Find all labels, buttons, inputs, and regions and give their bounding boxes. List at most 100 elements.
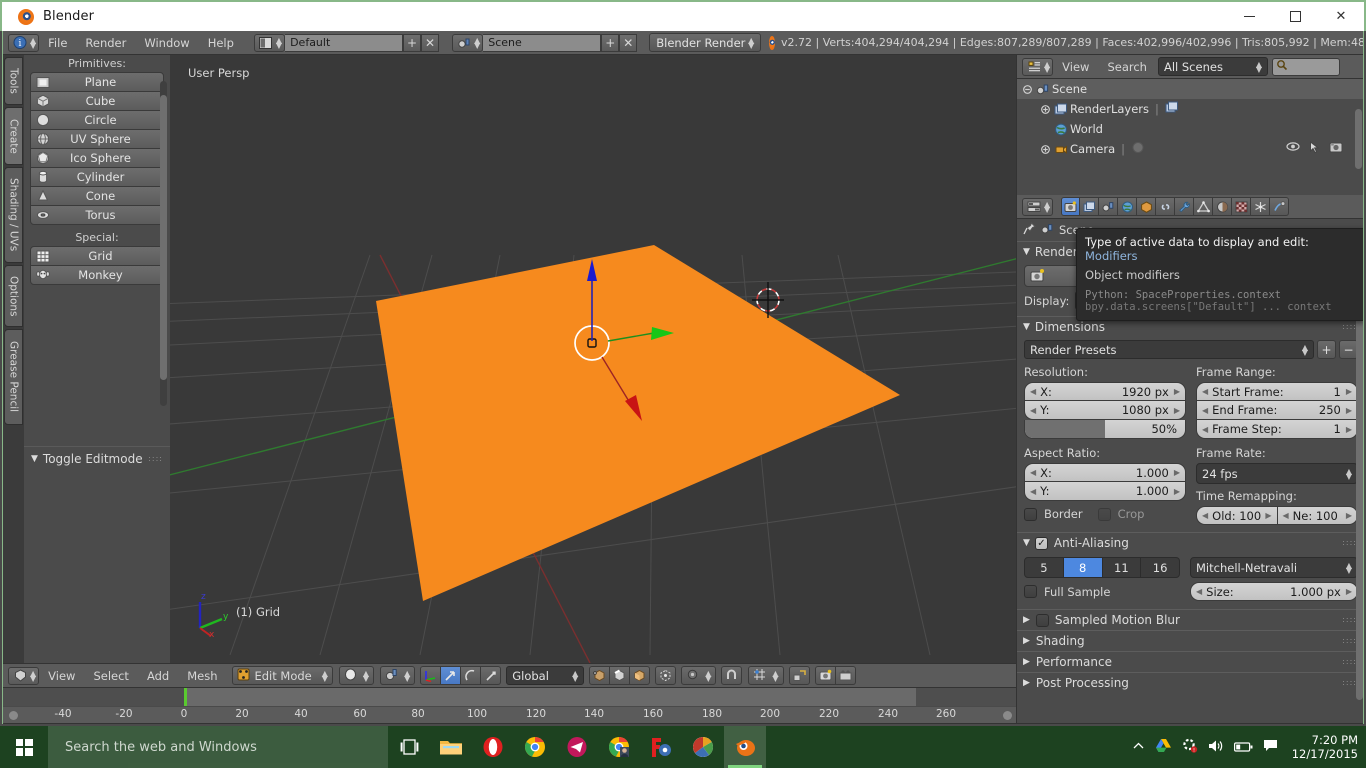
- search-input[interactable]: Search the web and Windows: [48, 726, 388, 768]
- menu-help[interactable]: Help: [199, 31, 243, 55]
- expand-icon[interactable]: [1039, 105, 1052, 114]
- add-plane-button[interactable]: Plane: [30, 72, 164, 92]
- render-presets-selector[interactable]: Render Presets ▲▼: [1024, 340, 1314, 359]
- rotate-manipulator-icon[interactable]: [461, 666, 481, 685]
- shading-panel-header[interactable]: ▶ Shading ::::: [1017, 630, 1364, 651]
- frame-step-field[interactable]: ◀ Frame Step: 1 ▶: [1196, 420, 1358, 439]
- motion-blur-checkbox[interactable]: [1036, 614, 1049, 627]
- transform-orientation-selector[interactable]: Global ▲▼: [506, 666, 584, 685]
- add-grid-button[interactable]: Grid: [30, 246, 164, 266]
- sidebar-item-grease-pencil[interactable]: Grease Pencil: [4, 329, 23, 425]
- add-torus-button[interactable]: Torus: [30, 205, 164, 225]
- file-explorer-icon[interactable]: [430, 726, 472, 768]
- screen-layout-remove-button[interactable]: ✕: [421, 34, 439, 52]
- tab-modifiers[interactable]: [1175, 197, 1194, 216]
- snap-magnet-icon[interactable]: [721, 666, 742, 685]
- tab-texture[interactable]: [1232, 197, 1251, 216]
- tab-constraints[interactable]: [1156, 197, 1175, 216]
- timeline-playhead[interactable]: [184, 688, 187, 706]
- resolution-percentage-slider[interactable]: 50%: [1024, 420, 1186, 439]
- outliner-display-mode[interactable]: All Scenes ▲▼: [1158, 57, 1268, 76]
- menu-mesh[interactable]: Mesh: [178, 664, 226, 688]
- scale-manipulator-icon[interactable]: [481, 666, 501, 685]
- end-frame-field[interactable]: ◀ End Frame: 250 ▶: [1196, 401, 1358, 420]
- task-view-icon[interactable]: [388, 726, 430, 768]
- screen-layout-add-button[interactable]: +: [403, 34, 421, 52]
- 3d-view-editor-icon[interactable]: ▲▼: [8, 667, 39, 685]
- menu-window[interactable]: Window: [135, 31, 198, 55]
- add-ico-sphere-button[interactable]: Ico Sphere: [30, 148, 164, 168]
- aspect-y-field[interactable]: ◀ Y: 1.000 ▶: [1024, 482, 1186, 501]
- search-input[interactable]: [1272, 58, 1340, 76]
- renderlayers-data-icon[interactable]: [1165, 101, 1179, 117]
- scene-layers-selector[interactable]: ▲▼: [380, 666, 415, 685]
- menu-add[interactable]: Add: [138, 664, 178, 688]
- toolshelf-scrollbar[interactable]: [160, 81, 167, 406]
- menu-render[interactable]: Render: [76, 31, 135, 55]
- manipulator-toggle-icon[interactable]: [420, 666, 441, 685]
- sampled-motion-blur-panel-header[interactable]: ▶ Sampled Motion Blur ::::: [1017, 609, 1364, 630]
- tab-world[interactable]: [1118, 197, 1137, 216]
- google-drive-icon[interactable]: [1155, 738, 1172, 757]
- tab-data[interactable]: [1194, 197, 1213, 216]
- aa-filter-selector[interactable]: Mitchell-Netravali ▲▼: [1190, 557, 1358, 578]
- show-hidden-icons-icon[interactable]: [1132, 738, 1145, 757]
- tab-object[interactable]: [1137, 197, 1156, 216]
- timeline-strip[interactable]: [3, 688, 1016, 706]
- outliner-editor-icon[interactable]: ▲▼: [1022, 58, 1053, 76]
- interaction-mode-selector[interactable]: Edit Mode ▲▼: [232, 666, 332, 685]
- render-engine-selector[interactable]: Blender Render ▲▼: [649, 33, 761, 52]
- sidebar-item-options[interactable]: Options: [4, 265, 23, 327]
- info-editor-icon[interactable]: i ▲▼: [8, 34, 39, 52]
- scene-add-button[interactable]: +: [601, 34, 619, 52]
- update-icon[interactable]: !: [1182, 738, 1198, 757]
- expand-icon[interactable]: [1039, 145, 1052, 154]
- 3d-viewport[interactable]: User Persp (1) Grid z y x: [170, 55, 1016, 663]
- chrome-profile-icon[interactable]: [598, 726, 640, 768]
- start-frame-field[interactable]: ◀ Start Frame: 1 ▶: [1196, 382, 1358, 401]
- timeline-ruler[interactable]: -40 -20 0 20 40 60 80 100 120 140 160 18…: [3, 706, 1016, 723]
- antialiasing-panel-header[interactable]: ▼ ✓ Anti-Aliasing ::::: [1017, 532, 1364, 553]
- fotor-icon[interactable]: [640, 726, 682, 768]
- render-image-icon[interactable]: [815, 666, 836, 685]
- camera-data-icon[interactable]: [1131, 141, 1145, 157]
- menu-search[interactable]: Search: [1098, 55, 1156, 79]
- aa-sample-16[interactable]: 16: [1141, 557, 1180, 578]
- tab-render[interactable]: [1061, 197, 1080, 216]
- outliner-row-scene[interactable]: Scene: [1017, 79, 1364, 99]
- scene-value[interactable]: Scene: [483, 34, 601, 52]
- scene-icon[interactable]: ▲▼: [452, 34, 483, 52]
- sidebar-item-create[interactable]: Create: [4, 107, 23, 165]
- eye-icon[interactable]: [1286, 141, 1300, 157]
- add-circle-button[interactable]: Circle: [30, 110, 164, 130]
- add-uv-sphere-button[interactable]: UV Sphere: [30, 129, 164, 149]
- sidebar-item-shading-uvs[interactable]: Shading / UVs: [4, 167, 23, 263]
- opera-icon[interactable]: [472, 726, 514, 768]
- properties-editor-icon[interactable]: ▲▼: [1022, 198, 1053, 216]
- performance-panel-header[interactable]: ▶ Performance ::::: [1017, 651, 1364, 672]
- maximize-icon[interactable]: [1272, 1, 1318, 32]
- resolution-x-field[interactable]: ◀ X: 1920 px ▶: [1024, 382, 1186, 401]
- picasa-icon[interactable]: [682, 726, 724, 768]
- screen-layout-selector[interactable]: ▲▼ Default + ✕: [249, 34, 439, 52]
- crop-checkbox[interactable]: [1098, 508, 1111, 521]
- aa-sample-8[interactable]: 8: [1064, 557, 1103, 578]
- limit-selection-visible-icon[interactable]: [655, 666, 676, 685]
- outliner-scrollbar[interactable]: [1355, 109, 1362, 169]
- menu-select[interactable]: Select: [84, 664, 137, 688]
- volume-icon[interactable]: [1208, 738, 1224, 757]
- battery-icon[interactable]: [1234, 738, 1253, 757]
- tab-scene[interactable]: [1099, 197, 1118, 216]
- telegram-icon[interactable]: [556, 726, 598, 768]
- add-cone-button[interactable]: Cone: [30, 186, 164, 206]
- resolution-y-field[interactable]: ◀ Y: 1080 px ▶: [1024, 401, 1186, 420]
- cursor-icon[interactable]: [1309, 141, 1320, 157]
- menu-file[interactable]: File: [39, 31, 76, 55]
- border-checkbox[interactable]: [1024, 508, 1037, 521]
- timeline-scroll-left-handle[interactable]: [9, 711, 18, 720]
- aa-size-field[interactable]: ◀ Size: 1.000 px ▶: [1190, 582, 1358, 601]
- close-icon[interactable]: ✕: [1318, 1, 1364, 32]
- tab-particles[interactable]: [1251, 197, 1270, 216]
- edge-select-icon[interactable]: [610, 666, 630, 685]
- scene-selector[interactable]: ▲▼ Scene + ✕: [447, 34, 637, 52]
